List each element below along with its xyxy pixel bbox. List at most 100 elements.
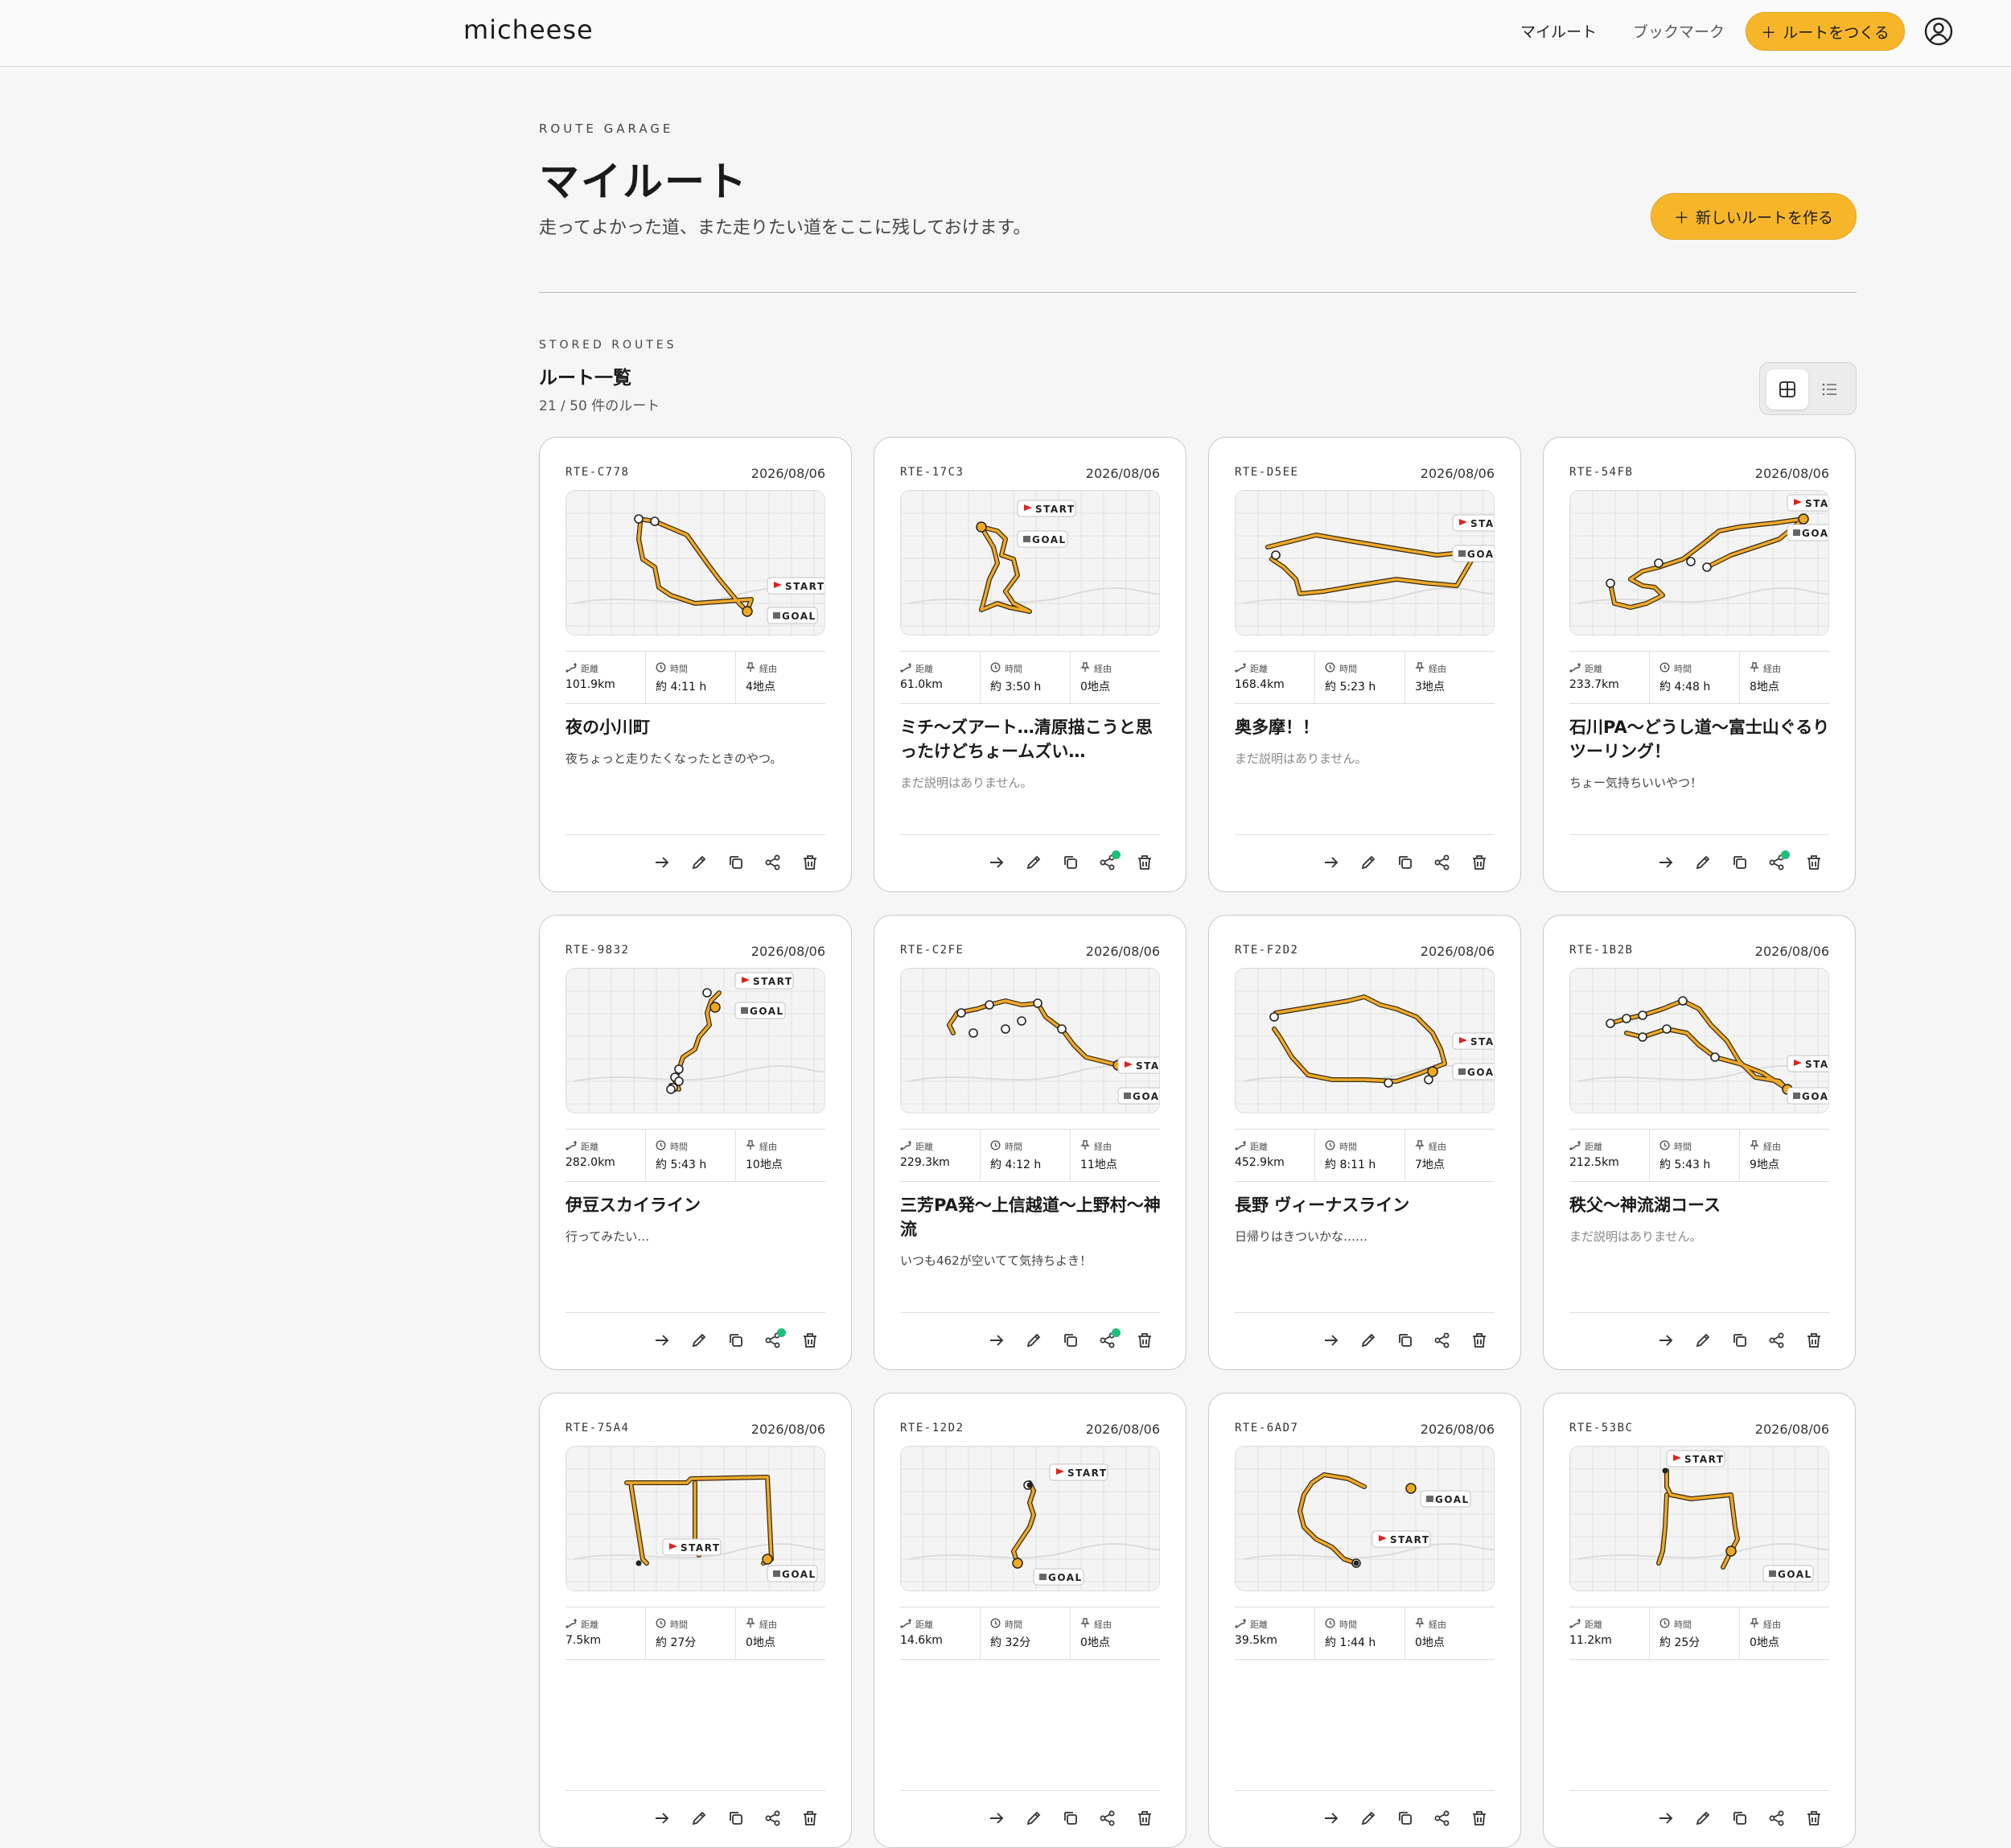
duplicate-route-button[interactable] (1730, 1810, 1750, 1829)
duplicate-route-button[interactable] (726, 1332, 746, 1352)
route-map-preview[interactable]: START GOAL (1569, 968, 1829, 1113)
new-route-button[interactable]: ＋ 新しいルートを作る (1651, 193, 1857, 240)
share-route-button[interactable] (1433, 854, 1452, 874)
open-route-button[interactable] (652, 1332, 672, 1352)
list-view-button[interactable] (1809, 369, 1851, 410)
edit-route-button[interactable] (689, 1810, 709, 1829)
open-route-button[interactable] (1656, 1332, 1676, 1352)
user-account-icon[interactable] (1923, 16, 1954, 47)
route-title[interactable]: 石川PA〜どうし道〜富士山ぐるりツーリング！ (1569, 715, 1831, 763)
delete-route-button[interactable] (1135, 1332, 1154, 1352)
open-route-button[interactable] (1322, 1810, 1341, 1829)
route-card[interactable]: RTE-54FB 2026/08/06 START GOAL 距離 233.7km 時間約 … (1543, 437, 1856, 892)
route-map-preview[interactable]: START GOAL (1235, 1446, 1495, 1591)
grid-view-button[interactable] (1766, 369, 1808, 410)
route-card[interactable]: RTE-17C3 2026/08/06 START GOAL 距離 61.0km 時間約 3… (874, 437, 1186, 892)
route-title[interactable]: 夜の小川町 (565, 715, 827, 739)
open-route-button[interactable] (652, 854, 672, 874)
open-route-button[interactable] (987, 854, 1006, 874)
edit-route-button[interactable] (1359, 854, 1378, 874)
route-map-preview[interactable]: START GOAL (1235, 968, 1495, 1113)
duplicate-route-button[interactable] (1730, 1332, 1750, 1352)
delete-route-button[interactable] (1470, 1332, 1489, 1352)
route-title[interactable]: 長野 ヴィーナスライン (1235, 1193, 1496, 1217)
duplicate-route-button[interactable] (1730, 854, 1750, 874)
share-route-button[interactable] (1767, 850, 1790, 874)
share-route-button[interactable] (1098, 1328, 1121, 1352)
open-route-button[interactable] (652, 1810, 672, 1829)
route-card[interactable]: RTE-9832 2026/08/06 START GOAL 距離 282.0km 時間約 … (539, 915, 852, 1370)
route-map-preview[interactable]: START GOAL (900, 968, 1160, 1113)
open-route-button[interactable] (1322, 1332, 1341, 1352)
route-map-preview[interactable]: START GOAL (565, 1446, 825, 1591)
duplicate-route-button[interactable] (1396, 1810, 1415, 1829)
route-card[interactable]: RTE-53BC 2026/08/06 START GOAL 距離 11.2km 時間約 2… (1543, 1393, 1856, 1848)
open-route-button[interactable] (1322, 854, 1341, 874)
edit-route-button[interactable] (1024, 1810, 1043, 1829)
edit-route-button[interactable] (1693, 1810, 1713, 1829)
share-route-button[interactable] (763, 1328, 786, 1352)
open-route-button[interactable] (1656, 1810, 1676, 1829)
nav-bookmarks[interactable]: ブックマーク (1633, 20, 1725, 42)
duplicate-route-button[interactable] (1061, 1332, 1080, 1352)
share-route-button[interactable] (763, 854, 783, 874)
share-route-button[interactable] (1098, 1810, 1117, 1829)
route-map-preview[interactable]: START GOAL (1235, 490, 1495, 636)
delete-route-button[interactable] (800, 854, 820, 874)
edit-route-button[interactable] (1024, 1332, 1043, 1352)
edit-route-button[interactable] (1359, 1332, 1378, 1352)
delete-route-button[interactable] (800, 1810, 820, 1829)
delete-route-button[interactable] (800, 1332, 820, 1352)
duplicate-route-button[interactable] (1061, 1810, 1080, 1829)
edit-route-button[interactable] (689, 854, 709, 874)
route-card[interactable]: RTE-C2FE 2026/08/06 START GOAL 距離 229.3km 時間約 … (874, 915, 1186, 1370)
route-map-preview[interactable]: START GOAL (565, 968, 825, 1113)
route-map-preview[interactable]: START GOAL (1569, 490, 1829, 636)
edit-route-button[interactable] (1693, 1332, 1713, 1352)
route-card[interactable]: RTE-F2D2 2026/08/06 START GOAL 距離 452.9km 時間約 … (1208, 915, 1521, 1370)
route-title[interactable]: 三芳PA発〜上信越道〜上野村〜神流 (900, 1193, 1162, 1241)
delete-route-button[interactable] (1804, 1332, 1824, 1352)
open-route-button[interactable] (987, 1332, 1006, 1352)
delete-route-button[interactable] (1135, 1810, 1154, 1829)
share-route-button[interactable] (1433, 1810, 1452, 1829)
delete-route-button[interactable] (1804, 854, 1824, 874)
share-route-button[interactable] (1433, 1332, 1452, 1352)
route-map-preview[interactable]: START GOAL (565, 490, 825, 636)
share-route-button[interactable] (1767, 1810, 1787, 1829)
route-map-preview[interactable]: START GOAL (1569, 1446, 1829, 1591)
route-card[interactable]: RTE-D5EE 2026/08/06 START GOAL 距離 168.4km 時間約 … (1208, 437, 1521, 892)
route-title[interactable]: 秩父〜神流湖コース (1569, 1193, 1831, 1217)
duplicate-route-button[interactable] (1061, 854, 1080, 874)
share-route-button[interactable] (1098, 850, 1121, 874)
route-card[interactable]: RTE-1B2B 2026/08/06 START GOAL 距離 212.5km 時間約 … (1543, 915, 1856, 1370)
edit-route-button[interactable] (1359, 1810, 1378, 1829)
duplicate-route-button[interactable] (1396, 1332, 1415, 1352)
delete-route-button[interactable] (1135, 854, 1154, 874)
route-title[interactable]: 伊豆スカイライン (565, 1193, 827, 1217)
delete-route-button[interactable] (1470, 854, 1489, 874)
route-map-preview[interactable]: START GOAL (900, 1446, 1160, 1591)
open-route-button[interactable] (1656, 854, 1676, 874)
route-map-preview[interactable]: START GOAL (900, 490, 1160, 636)
duplicate-route-button[interactable] (726, 854, 746, 874)
share-route-button[interactable] (763, 1810, 783, 1829)
route-title[interactable]: ミチ〜ズアート…清原描こうと思ったけどちょームズい… (900, 715, 1162, 763)
route-title[interactable]: 奥多摩！！ (1235, 715, 1496, 739)
create-route-button[interactable]: ＋ ルートをつくる (1746, 12, 1905, 51)
open-route-button[interactable] (987, 1810, 1006, 1829)
nav-my-routes[interactable]: マイルート (1520, 20, 1597, 42)
logo[interactable]: micheese (463, 14, 594, 45)
route-card[interactable]: RTE-12D2 2026/08/06 START GOAL 距離 14.6km 時間約 3… (874, 1393, 1186, 1848)
route-card[interactable]: RTE-C778 2026/08/06 START GOAL 距離 101.9km 時間約 … (539, 437, 852, 892)
edit-route-button[interactable] (1024, 854, 1043, 874)
edit-route-button[interactable] (1693, 854, 1713, 874)
delete-route-button[interactable] (1470, 1810, 1489, 1829)
route-card[interactable]: RTE-6AD7 2026/08/06 START GOAL 距離 39.5km 時間約 1… (1208, 1393, 1521, 1848)
delete-route-button[interactable] (1804, 1810, 1824, 1829)
share-route-button[interactable] (1767, 1332, 1787, 1352)
duplicate-route-button[interactable] (1396, 854, 1415, 874)
duplicate-route-button[interactable] (726, 1810, 746, 1829)
edit-route-button[interactable] (689, 1332, 709, 1352)
route-card[interactable]: RTE-75A4 2026/08/06 START GOAL 距離 7.5km 時間約 27… (539, 1393, 852, 1848)
